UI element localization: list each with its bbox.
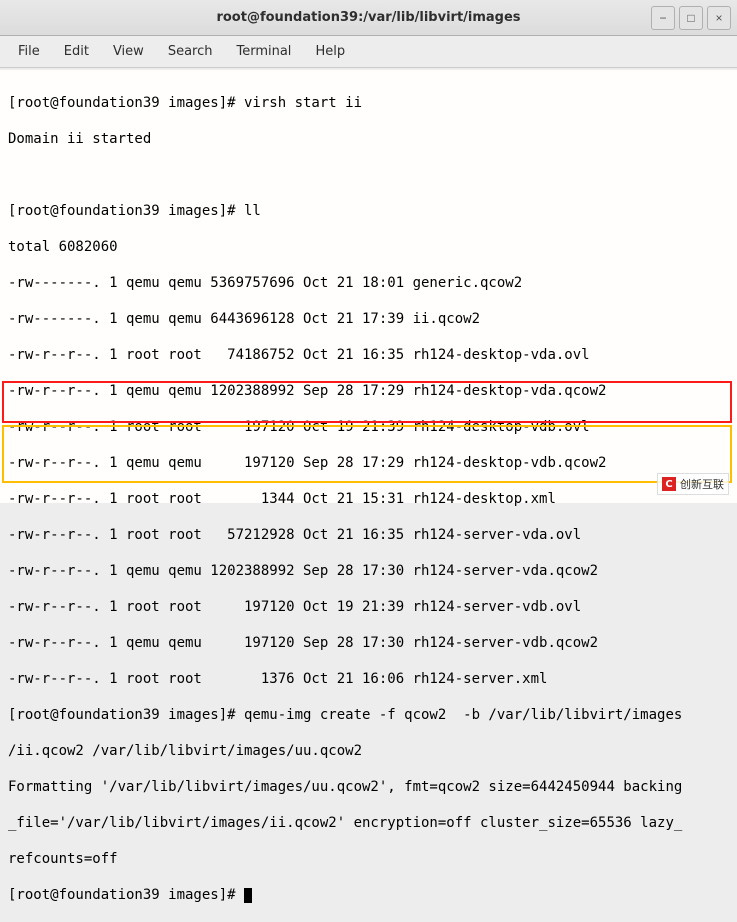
window-title: root@foundation39:/var/lib/libvirt/image…	[216, 10, 520, 25]
prompt-text: [root@foundation39 images]#	[8, 887, 244, 903]
cursor-icon	[244, 888, 252, 903]
menu-edit[interactable]: Edit	[52, 40, 101, 63]
terminal-output[interactable]: [root@foundation39 images]# virsh start …	[0, 70, 737, 503]
titlebar: root@foundation39:/var/lib/libvirt/image…	[0, 0, 737, 36]
terminal-line: Formatting '/var/lib/libvirt/images/uu.q…	[8, 778, 731, 796]
terminal-line: refcounts=off	[8, 850, 731, 868]
terminal-line: /ii.qcow2 /var/lib/libvirt/images/uu.qco…	[8, 742, 731, 760]
menu-help[interactable]: Help	[303, 40, 357, 63]
maximize-icon: □	[687, 11, 694, 25]
watermark-text: 创新互联	[680, 476, 724, 492]
watermark: C 创新互联	[657, 473, 729, 495]
terminal-line: Domain ii started	[8, 130, 731, 148]
terminal-line: -rw-r--r--. 1 root root 197120 Oct 19 21…	[8, 598, 731, 616]
terminal-prompt: [root@foundation39 images]#	[8, 886, 731, 904]
terminal-line: -rw-------. 1 qemu qemu 5369757696 Oct 2…	[8, 274, 731, 292]
terminal-line: -rw-r--r--. 1 root root 1376 Oct 21 16:0…	[8, 670, 731, 688]
minimize-icon: −	[659, 11, 666, 25]
terminal-line: -rw-r--r--. 1 root root 197120 Oct 19 21…	[8, 418, 731, 436]
terminal-line: _file='/var/lib/libvirt/images/ii.qcow2'…	[8, 814, 731, 832]
menu-search[interactable]: Search	[156, 40, 225, 63]
terminal-line: [root@foundation39 images]# virsh start …	[8, 94, 731, 112]
terminal-line: -rw-r--r--. 1 qemu qemu 197120 Sep 28 17…	[8, 634, 731, 652]
menu-file[interactable]: File	[6, 40, 52, 63]
terminal-line: [root@foundation39 images]# ll	[8, 202, 731, 220]
terminal-line: -rw-r--r--. 1 qemu qemu 197120 Sep 28 17…	[8, 454, 731, 472]
minimize-button[interactable]: −	[651, 6, 675, 30]
menu-view[interactable]: View	[101, 40, 156, 63]
terminal-line: total 6082060	[8, 238, 731, 256]
terminal-line: -rw-r--r--. 1 qemu qemu 1202388992 Sep 2…	[8, 562, 731, 580]
terminal-line: -rw-------. 1 qemu qemu 6443696128 Oct 2…	[8, 310, 731, 328]
terminal-line: -rw-r--r--. 1 root root 1344 Oct 21 15:3…	[8, 490, 731, 508]
terminal-line: -rw-r--r--. 1 root root 74186752 Oct 21 …	[8, 346, 731, 364]
maximize-button[interactable]: □	[679, 6, 703, 30]
watermark-badge: C	[662, 477, 676, 491]
terminal-line: -rw-r--r--. 1 root root 57212928 Oct 21 …	[8, 526, 731, 544]
window-controls: − □ ×	[651, 6, 731, 30]
terminal-line	[8, 166, 731, 184]
terminal-line: [root@foundation39 images]# qemu-img cre…	[8, 706, 731, 724]
menubar: File Edit View Search Terminal Help	[0, 36, 737, 68]
close-button[interactable]: ×	[707, 6, 731, 30]
close-icon: ×	[715, 11, 722, 25]
menu-terminal[interactable]: Terminal	[224, 40, 303, 63]
terminal-line: -rw-r--r--. 1 qemu qemu 1202388992 Sep 2…	[8, 382, 731, 400]
